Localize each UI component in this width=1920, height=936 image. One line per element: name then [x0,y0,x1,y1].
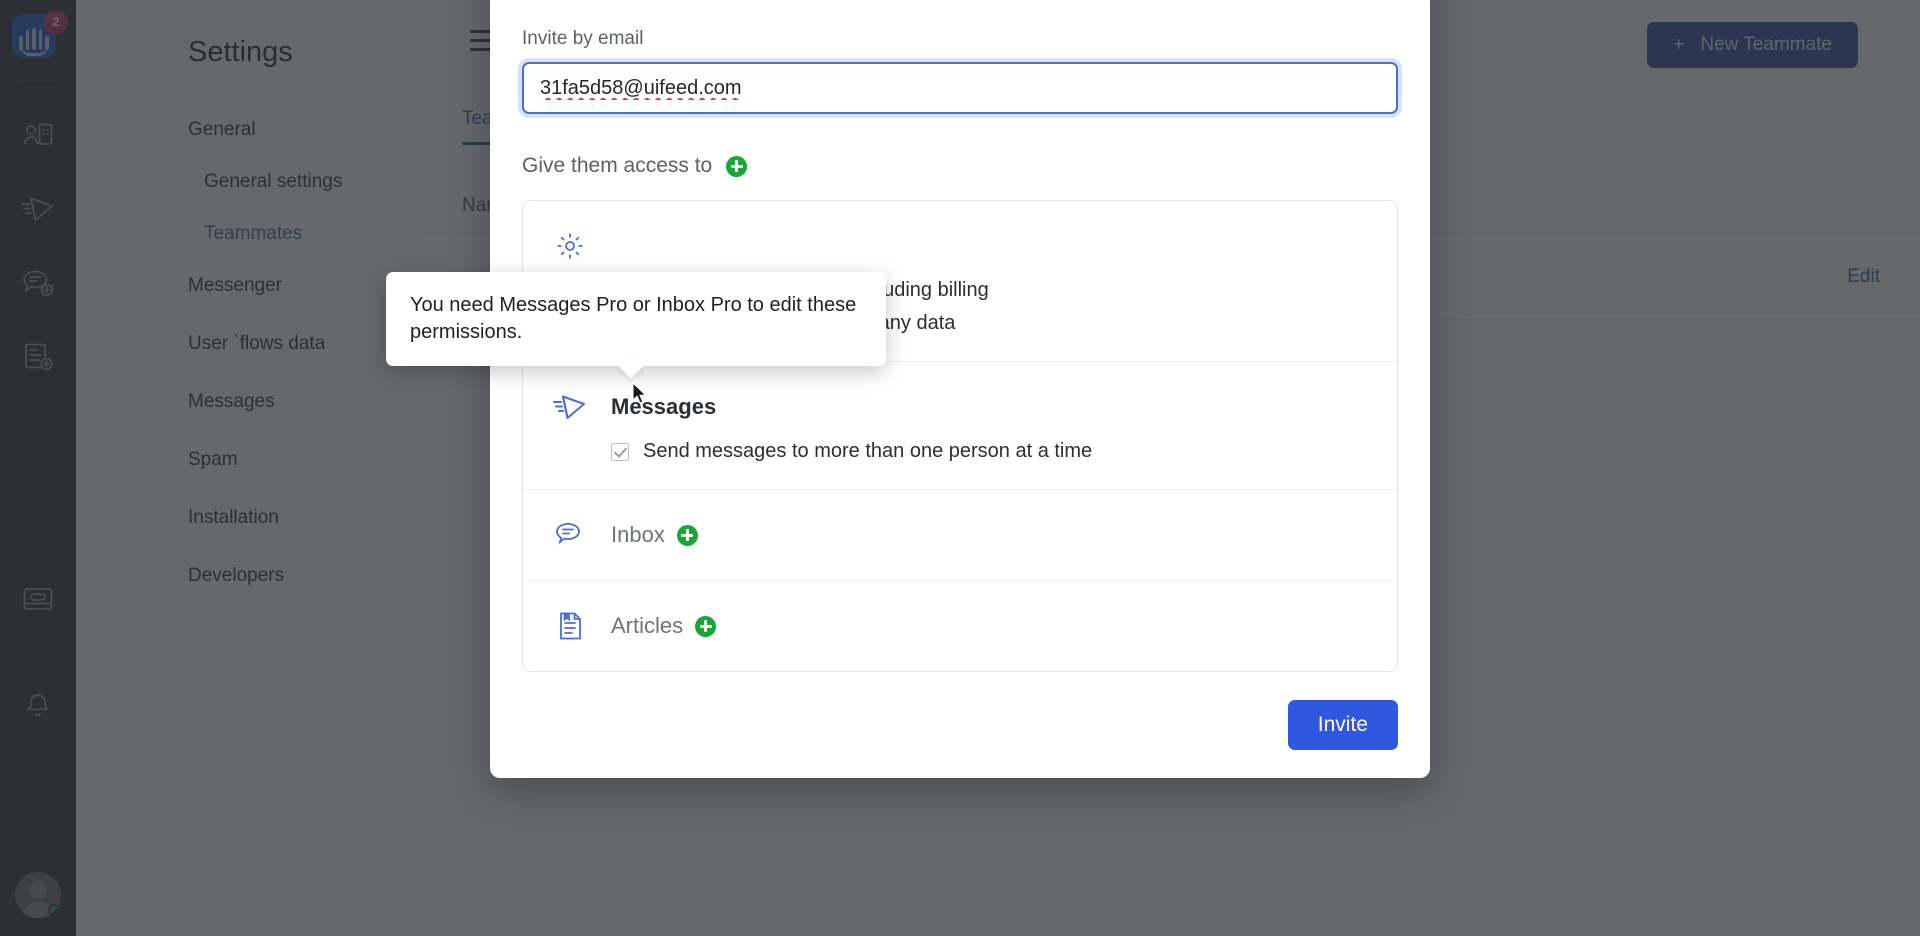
permissions-card: Can access all settings including billin… [522,200,1398,672]
permission-section-articles: Articles [523,581,1397,671]
access-label-row: Give them access to [522,154,1398,178]
checkbox-icon[interactable] [611,442,629,461]
screen: 2 [0,0,1920,936]
email-field-wrapper[interactable] [522,62,1398,114]
permission-section-messages: Messages Send messages to more than one … [523,362,1397,490]
mouse-cursor [632,381,648,406]
access-section-label: Give them access to [522,154,713,177]
inbox-chat-icon [551,516,589,554]
modal-footer: Invite [490,672,1430,750]
pro-plus-icon[interactable] [695,615,717,637]
permission-item-label: Send messages to more than one person at… [643,440,1093,462]
permission-section-title: Messages [611,394,717,419]
email-field[interactable] [540,76,1380,100]
send-message-icon [551,388,589,426]
close-icon[interactable]: × [1374,0,1404,6]
email-field-label: Invite by email [522,28,644,49]
article-icon [551,607,589,645]
permission-item[interactable]: Send messages to more than one person at… [611,440,1369,463]
modal-title: Invite new teammate [845,0,1076,6]
permission-section-title: Inbox [611,522,665,547]
modal-header: Invite new teammate × [490,0,1430,28]
permission-section-title: Articles [611,613,684,638]
pro-plus-icon[interactable] [676,524,698,546]
invite-button[interactable]: Invite [1287,700,1398,750]
pro-plus-icon[interactable] [726,155,748,177]
permission-section-inbox: Inbox [523,490,1397,581]
permissions-tooltip: You need Messages Pro or Inbox Pro to ed… [386,272,886,366]
settings-icon [551,227,589,265]
invite-teammate-modal: Invite new teammate × Invite by email Gi… [490,0,1430,778]
